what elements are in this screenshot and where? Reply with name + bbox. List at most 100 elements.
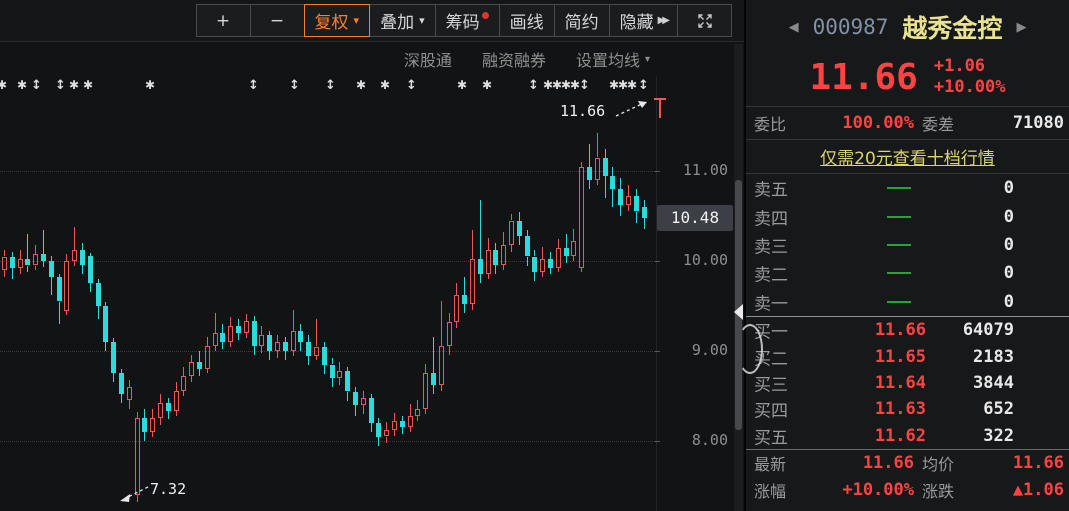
candle xyxy=(361,398,366,405)
y-axis-label: 8.00 xyxy=(658,431,728,449)
candle-wick xyxy=(269,351,270,360)
y-axis-label: 10.00 xyxy=(658,251,728,269)
candle-wick xyxy=(293,310,294,332)
candle xyxy=(220,333,225,342)
adjust-price-button[interactable]: 复权 ▾ xyxy=(304,4,371,37)
candle xyxy=(2,257,7,271)
candle-wick xyxy=(636,212,637,224)
candle-wick xyxy=(441,301,442,346)
panel-resize-handle-icon[interactable] xyxy=(737,324,763,374)
candle-wick xyxy=(144,432,145,441)
candle-wick xyxy=(51,277,52,295)
ask-volume: 0 xyxy=(924,235,1014,255)
candle-wick xyxy=(199,351,200,362)
candle-wick xyxy=(519,212,520,221)
candle-wick xyxy=(207,337,208,346)
margin-trading-link[interactable]: 融资融券 xyxy=(482,47,546,71)
fullscreen-button[interactable] xyxy=(677,4,732,37)
ask-level-label: 卖四 xyxy=(754,204,788,229)
candle-wick xyxy=(612,189,613,207)
chip-distribution-button[interactable]: 筹码 xyxy=(435,4,500,37)
ask-list: 卖五0卖四0卖三0卖二0卖一0 xyxy=(746,174,1069,316)
candle-wick xyxy=(550,252,551,259)
candle-wick xyxy=(394,413,395,421)
candle-wick xyxy=(176,382,177,391)
overlay-button[interactable]: 叠加 ▾ xyxy=(369,4,436,37)
candle-wick xyxy=(386,437,387,443)
candle xyxy=(470,259,475,304)
candle-wick xyxy=(152,432,153,437)
ask-row[interactable]: 卖四0 xyxy=(746,202,1069,230)
bid-level-label: 买五 xyxy=(754,423,788,448)
high-arrow-icon xyxy=(614,94,672,122)
candle xyxy=(564,248,569,256)
candle-wick xyxy=(495,265,496,274)
candle-wick xyxy=(35,245,36,254)
candle-wick xyxy=(488,274,489,279)
candle-wick xyxy=(605,149,606,158)
candle xyxy=(174,391,179,412)
candle xyxy=(150,418,155,432)
candle-wick xyxy=(90,283,91,292)
gridline xyxy=(0,171,655,172)
chart-scrollbar[interactable] xyxy=(734,44,743,511)
draw-line-button[interactable]: 画线 xyxy=(499,4,555,37)
candle-wick xyxy=(199,369,200,376)
promo-link[interactable]: 仅需20元查看十档行情 xyxy=(820,144,995,169)
candle xyxy=(517,221,522,236)
bid-price: 11.65 xyxy=(836,347,926,367)
candle xyxy=(571,241,576,255)
chart-links: 深股通 融资融券 设置均线 ▾ xyxy=(0,43,744,75)
candle xyxy=(447,322,452,345)
next-stock-arrow-icon[interactable]: ▶ xyxy=(1016,20,1026,35)
star-marker-icon: ✱ xyxy=(69,78,79,92)
empty-price-dash-icon xyxy=(887,216,911,218)
candle-wick xyxy=(589,180,590,189)
candlestick-chart[interactable]: ✱✱↕↕✱✱✱↕↕↕✱✱↕✱✱↕✱✱✱✱↕✱✱✱↕ 11.0010.009.00… xyxy=(0,76,734,511)
candle xyxy=(18,259,23,268)
candle-wick xyxy=(378,437,379,446)
candle-wick xyxy=(644,200,645,207)
candle-wick xyxy=(300,324,301,331)
candle xyxy=(493,250,498,264)
stock-code: 000987 xyxy=(813,15,889,39)
star-marker-icon: ✱ xyxy=(17,78,27,92)
candle xyxy=(96,283,101,306)
ask-row[interactable]: 卖一0 xyxy=(746,288,1069,316)
candle-wick xyxy=(144,409,145,418)
candle xyxy=(10,257,15,269)
bid-row[interactable]: 买四11.63652 xyxy=(746,396,1069,422)
candle xyxy=(540,259,545,272)
chevron-down-icon: ▾ xyxy=(354,14,360,27)
zoom-out-button[interactable]: − xyxy=(250,4,305,37)
candle xyxy=(283,342,288,351)
bid-level-label: 买三 xyxy=(754,370,788,395)
bid-row[interactable]: 买二11.652183 xyxy=(746,343,1069,369)
ask-row[interactable]: 卖三0 xyxy=(746,231,1069,259)
bid-row[interactable]: 买一11.6664079 xyxy=(746,317,1069,343)
candle-wick xyxy=(480,200,481,259)
commission-ratio-row: 委比 100.00% 委差 71080 xyxy=(746,107,1069,139)
candle-wick xyxy=(183,391,184,396)
collapse-panel-arrow-icon[interactable] xyxy=(734,304,743,320)
bid-row[interactable]: 买三11.643844 xyxy=(746,370,1069,396)
ask-row[interactable]: 卖二0 xyxy=(746,259,1069,287)
candle-wick xyxy=(433,385,434,394)
candle xyxy=(189,362,194,376)
ask-row[interactable]: 卖五0 xyxy=(746,174,1069,202)
last-price: 11.66 xyxy=(809,57,917,98)
shenzhen-connect-link[interactable]: 深股通 xyxy=(404,47,452,71)
candle-wick xyxy=(425,364,426,373)
ask-level-label: 卖五 xyxy=(754,176,788,201)
candle xyxy=(314,347,319,356)
ma-settings-dropdown[interactable]: 设置均线 ▾ xyxy=(576,47,650,71)
star-marker-icon: ✱ xyxy=(457,78,467,92)
hide-button[interactable]: 隐藏 ▶▶ xyxy=(609,4,678,37)
candle-wick xyxy=(316,356,317,361)
zoom-in-button[interactable]: + xyxy=(196,4,251,37)
prev-stock-arrow-icon[interactable]: ◀ xyxy=(789,20,799,35)
candle xyxy=(298,331,303,342)
overlay-label: 叠加 xyxy=(380,8,414,33)
bid-row[interactable]: 买五11.62322 xyxy=(746,423,1069,449)
simple-mode-button[interactable]: 简约 xyxy=(554,4,610,37)
